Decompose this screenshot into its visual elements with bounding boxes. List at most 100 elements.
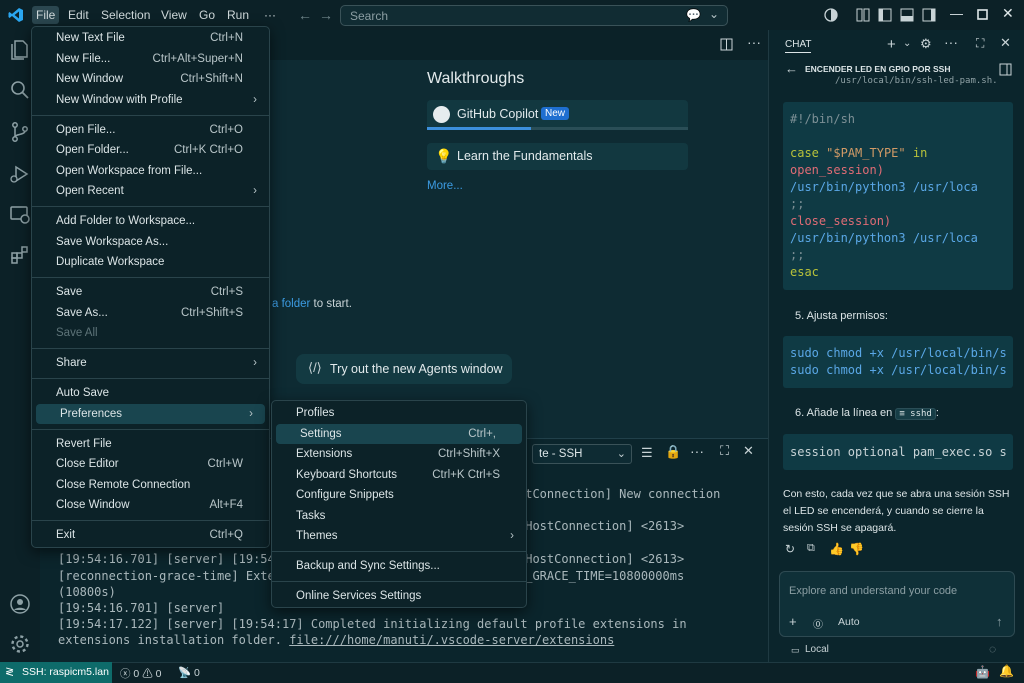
- copilot-chat-icon[interactable]: 💬: [686, 8, 701, 22]
- ports-indicator[interactable]: 📡 0: [178, 666, 200, 679]
- extensions-icon[interactable]: [8, 243, 32, 267]
- thumbs-down-icon[interactable]: 👎: [849, 542, 864, 556]
- menu-item-add-folder-to-workspace[interactable]: Add Folder to Workspace...: [32, 211, 269, 231]
- maximize-chat-icon[interactable]: ⛶: [976, 36, 984, 51]
- menu-run[interactable]: Run: [223, 6, 253, 24]
- close-chat-icon[interactable]: ✕: [1000, 35, 1011, 51]
- remote-explorer-icon[interactable]: [8, 203, 32, 227]
- menu-item-new-window[interactable]: New Window Ctrl+Shift+N: [32, 69, 269, 89]
- problems-indicator[interactable]: ⓧ 0 ⚠ 0: [120, 666, 161, 681]
- menu-item-shortcut: Ctrl+Shift+X: [438, 448, 500, 460]
- menu-item-online-services-settings[interactable]: Online Services Settings: [272, 586, 526, 606]
- extensions-folder-link[interactable]: file:///home/manuti/.vscode-server/exten…: [289, 633, 614, 647]
- minimize-icon[interactable]: —: [950, 6, 963, 21]
- menu-item-new-text-file[interactable]: New Text File Ctrl+N: [32, 28, 269, 48]
- menu-item-close-window[interactable]: Close Window Alt+F4: [32, 495, 269, 515]
- add-context-icon[interactable]: +: [789, 614, 797, 629]
- thumbs-up-icon[interactable]: 👍: [829, 542, 844, 556]
- command-center-search[interactable]: Search 💬 ⌄: [340, 5, 728, 26]
- back-arrow-icon[interactable]: ←: [298, 7, 312, 23]
- search-icon[interactable]: [8, 78, 32, 102]
- remote-indicator[interactable]: ≷ SSH: raspicm5.lan: [0, 662, 112, 683]
- back-arrow-icon[interactable]: ←: [785, 61, 798, 76]
- menu-item-extensions[interactable]: Extensions Ctrl+Shift+X: [272, 444, 526, 464]
- menu-view[interactable]: View: [157, 6, 191, 24]
- menu-item-open-workspace-from-file[interactable]: Open Workspace from File...: [32, 161, 269, 181]
- menu-file[interactable]: File: [32, 6, 60, 24]
- menu-item-duplicate-workspace[interactable]: Duplicate Workspace: [32, 252, 269, 272]
- menu-item-keyboard-shortcuts[interactable]: Keyboard Shortcuts Ctrl+K Ctrl+S: [272, 465, 526, 485]
- split-editor-icon[interactable]: [720, 38, 733, 51]
- copy-icon[interactable]: ⧉: [807, 542, 815, 555]
- menu-item-new-file[interactable]: New File... Ctrl+Alt+Super+N: [32, 49, 269, 69]
- menu-item-open-recent[interactable]: Open Recent ›: [32, 181, 269, 201]
- menu-item-revert-file[interactable]: Revert File: [32, 434, 269, 454]
- toggle-sidebar-icon[interactable]: [878, 8, 892, 22]
- more-actions-icon[interactable]: ···: [944, 34, 958, 50]
- sshd-chip[interactable]: ≡ sshd: [895, 408, 936, 420]
- menu-item-configure-snippets[interactable]: Configure Snippets: [272, 485, 526, 505]
- open-folder-link[interactable]: a folder: [272, 298, 310, 310]
- manage-gear-icon[interactable]: [8, 632, 32, 656]
- customize-layout-icon[interactable]: [856, 8, 870, 22]
- copilot-status-icon[interactable]: 🤖: [975, 665, 990, 679]
- menu-item-save[interactable]: Save Ctrl+S: [32, 282, 269, 302]
- close-panel-icon[interactable]: ✕: [743, 443, 754, 459]
- explorer-icon[interactable]: [8, 38, 32, 62]
- chat-input-box[interactable]: Explore and understand your code + ⓪ Aut…: [779, 571, 1015, 637]
- menu-item-new-window-with-profile[interactable]: New Window with Profile ›: [32, 90, 269, 110]
- menu-selection[interactable]: Selection: [97, 6, 154, 24]
- menu-item-themes[interactable]: Themes ›: [272, 526, 526, 546]
- menu-item-save-workspace-as[interactable]: Save Workspace As...: [32, 232, 269, 252]
- forward-arrow-icon[interactable]: →: [319, 7, 333, 23]
- agents-window-button[interactable]: ⟨/⟩ Try out the new Agents window: [296, 354, 512, 384]
- chevron-down-icon[interactable]: ⌄: [903, 38, 911, 49]
- menu-item-close-editor[interactable]: Close Editor Ctrl+W: [32, 454, 269, 474]
- maximize-icon[interactable]: [977, 9, 988, 20]
- menu-more[interactable]: ···: [260, 6, 280, 24]
- menu-item-settings[interactable]: Settings Ctrl+,: [276, 423, 522, 444]
- maximize-panel-icon[interactable]: ⛶: [720, 443, 729, 459]
- close-window-icon[interactable]: ✕: [1002, 5, 1014, 22]
- lock-scroll-icon[interactable]: 🔒: [665, 444, 681, 460]
- menu-item-save-as[interactable]: Save As... Ctrl+Shift+S: [32, 303, 269, 323]
- chevron-down-icon[interactable]: ⌄: [709, 7, 719, 21]
- run-debug-icon[interactable]: [8, 162, 32, 186]
- menu-item-share[interactable]: Share ›: [32, 353, 269, 373]
- chat-tab[interactable]: CHAT: [785, 39, 812, 53]
- menu-item-backup-and-sync-settings[interactable]: Backup and Sync Settings...: [272, 556, 526, 576]
- menu-item-profiles[interactable]: Profiles: [272, 403, 526, 423]
- retry-icon[interactable]: ↻: [785, 542, 795, 556]
- menu-item-tasks[interactable]: Tasks: [272, 506, 526, 526]
- more-actions-icon[interactable]: ···: [690, 443, 704, 459]
- menu-item-open-folder[interactable]: Open Folder... Ctrl+K Ctrl+O: [32, 140, 269, 160]
- send-arrow-icon[interactable]: ↑: [996, 614, 1003, 629]
- menu-item-close-remote-connection[interactable]: Close Remote Connection: [32, 475, 269, 495]
- menu-go[interactable]: Go: [195, 6, 219, 24]
- accounts-icon[interactable]: [8, 592, 32, 616]
- menu-item-open-file[interactable]: Open File... Ctrl+O: [32, 120, 269, 140]
- menu-item-exit[interactable]: Exit Ctrl+Q: [32, 525, 269, 545]
- toggle-sessions-icon[interactable]: [999, 63, 1012, 76]
- model-picker[interactable]: Auto: [838, 616, 860, 628]
- toggle-panel-icon[interactable]: [900, 8, 914, 22]
- menu-item-preferences[interactable]: Preferences ›: [36, 403, 265, 424]
- menu-item-auto-save[interactable]: Auto Save: [32, 383, 269, 403]
- vscode-logo-icon[interactable]: [8, 7, 24, 23]
- toggle-secondary-sidebar-icon[interactable]: [922, 8, 936, 22]
- more-link[interactable]: More...: [427, 180, 463, 192]
- location-select[interactable]: Local: [805, 644, 829, 655]
- notifications-bell-icon[interactable]: 🔔: [999, 664, 1014, 678]
- chat-input[interactable]: Explore and understand your code: [789, 585, 957, 597]
- new-chat-icon[interactable]: +: [887, 36, 896, 53]
- walkthrough-copilot[interactable]: GitHub Copilot New: [427, 100, 688, 130]
- menu-edit[interactable]: Edit: [64, 6, 93, 24]
- tools-icon[interactable]: ⓪: [813, 616, 823, 631]
- walkthrough-fundamentals[interactable]: 💡 Learn the Fundamentals: [427, 143, 688, 170]
- more-actions-icon[interactable]: ···: [747, 34, 761, 50]
- gear-icon[interactable]: ⚙: [920, 36, 932, 52]
- source-control-icon[interactable]: [8, 120, 32, 144]
- copilot-status-icon[interactable]: [824, 8, 838, 22]
- filter-lines-icon[interactable]: ☰: [641, 445, 653, 461]
- output-channel-select[interactable]: te - SSH ⌄: [532, 444, 632, 464]
